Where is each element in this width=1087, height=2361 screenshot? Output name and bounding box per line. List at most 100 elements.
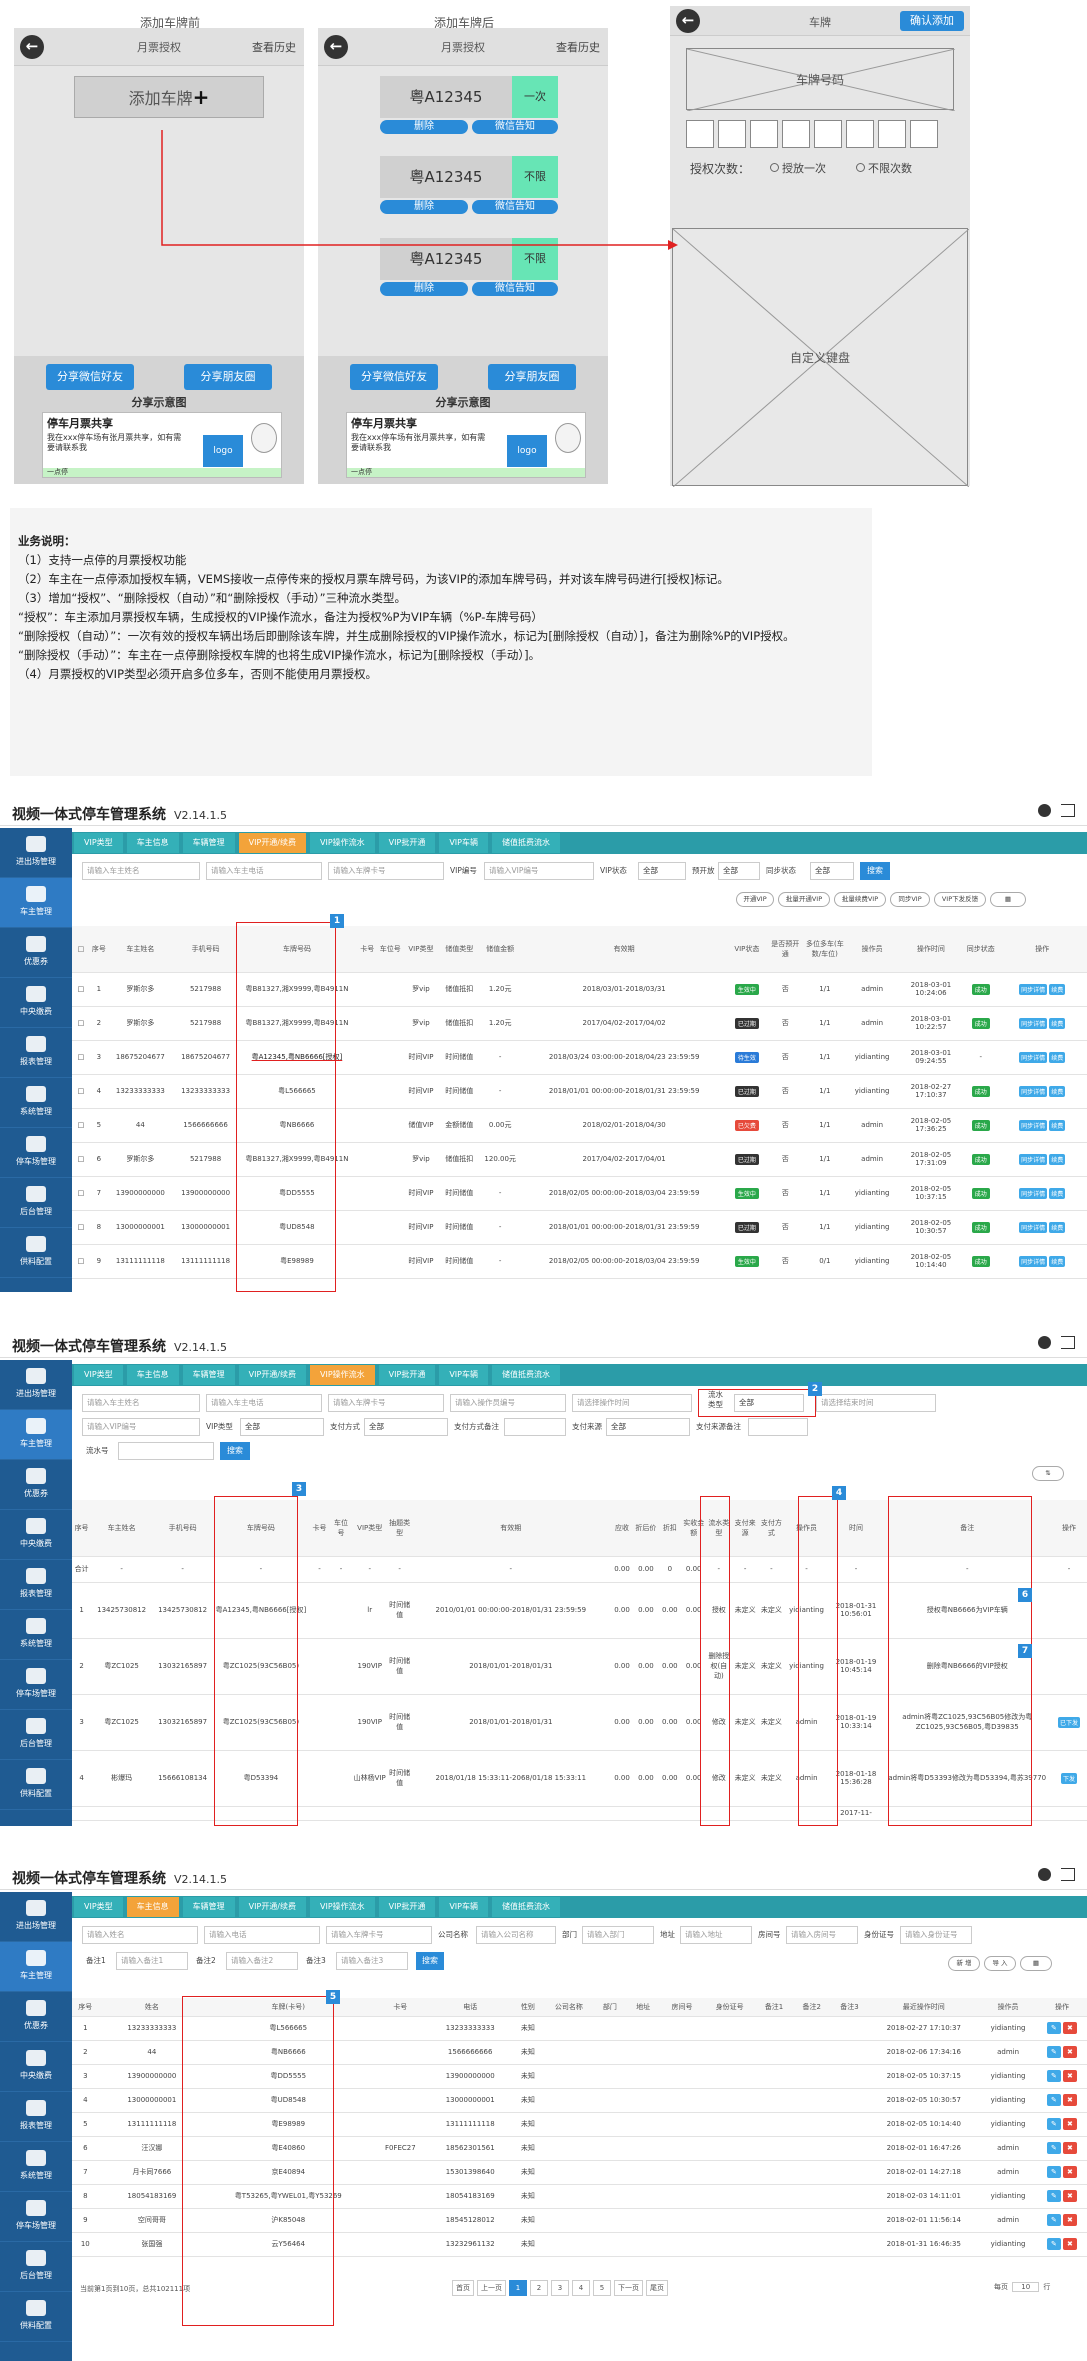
issue-button[interactable]: 已下发 xyxy=(1057,1716,1080,1728)
sidebar-item-logo[interactable]: 进出场管理 xyxy=(0,1360,72,1410)
delete-button[interactable]: 删除 xyxy=(380,282,468,296)
slot[interactable] xyxy=(846,120,874,148)
sidebar-item-lot[interactable]: 停车场管理 xyxy=(0,2192,72,2242)
pay-source-select[interactable]: 全部 xyxy=(606,1418,690,1436)
sync-detail-button[interactable]: 同步详情 xyxy=(1019,1221,1048,1233)
user-icon[interactable] xyxy=(1038,1868,1051,1881)
tab[interactable]: VIP批开通 xyxy=(378,1897,436,1917)
sidebar-item-reports[interactable]: 报表管理 xyxy=(0,1560,72,1610)
vip-feedback-button[interactable]: VIP下发反馈 xyxy=(934,892,986,907)
confirm-add-button[interactable]: 确认添加 xyxy=(900,11,964,31)
owner-phone-input[interactable]: 请输入车主电话 xyxy=(206,1394,322,1412)
row-checkbox[interactable]: □ xyxy=(72,1176,90,1211)
owner-name-input[interactable]: 请输入车主姓名 xyxy=(82,1394,200,1412)
logout-icon[interactable] xyxy=(1061,804,1075,817)
slot[interactable] xyxy=(878,120,906,148)
share-moments-button[interactable]: 分享朋友圈 xyxy=(184,364,272,390)
sidebar-item-coupon[interactable]: 优惠券 xyxy=(0,928,72,978)
vipstatus-select[interactable]: 全部 xyxy=(638,862,686,880)
logout-icon[interactable] xyxy=(1061,1868,1075,1881)
page-link[interactable]: 上一页 xyxy=(477,2280,506,2296)
sidebar-item-coupon[interactable]: 优惠券 xyxy=(0,1992,72,2042)
tab[interactable]: 储值抵费流水 xyxy=(491,833,560,853)
page-link[interactable]: 1 xyxy=(509,2280,527,2296)
page-link[interactable]: 尾页 xyxy=(646,2280,668,2296)
add-button[interactable]: 新 增 xyxy=(948,1956,980,1971)
batch-open-vip-button[interactable]: 批量开通VIP xyxy=(778,892,830,907)
sidebar-item-lot[interactable]: 停车场管理 xyxy=(0,1660,72,1710)
sidebar-item-system[interactable]: 系统管理 xyxy=(0,1078,72,1128)
owner-name-input[interactable]: 请输入车主姓名 xyxy=(82,862,200,880)
plate-input[interactable]: 请输入车牌卡号 xyxy=(328,1394,444,1412)
viptype-select[interactable]: 全部 xyxy=(240,1418,324,1436)
sync-vip-button[interactable]: 同步VIP xyxy=(890,892,930,907)
tab[interactable]: VIP类型 xyxy=(74,833,123,853)
tab[interactable]: VIP操作流水 xyxy=(310,833,375,853)
sidebar-item-backend[interactable]: 后台管理 xyxy=(0,1710,72,1760)
sidebar-item-payment[interactable]: 中央缴费 xyxy=(0,2042,72,2092)
tab[interactable]: 储值抵费流水 xyxy=(491,1897,560,1917)
tab[interactable]: VIP车辆 xyxy=(439,1897,488,1917)
sync-select[interactable]: 全部 xyxy=(810,862,854,880)
row-checkbox[interactable]: □ xyxy=(72,1108,90,1143)
plate-input[interactable]: 请输入车牌卡号 xyxy=(328,862,444,880)
sidebar-item-config[interactable]: 供料配置 xyxy=(0,2292,72,2342)
grid-icon[interactable]: ▦ xyxy=(1020,1956,1052,1971)
plate-char-slots[interactable] xyxy=(686,120,954,148)
renew-button[interactable]: 续费 xyxy=(1049,983,1066,995)
wechat-notify-button[interactable]: 微信告知 xyxy=(472,282,558,296)
sidebar-item-reports[interactable]: 报表管理 xyxy=(0,1028,72,1078)
grid-icon[interactable]: ▦ xyxy=(990,892,1026,907)
add-plate-button[interactable]: 添加车牌+ xyxy=(74,76,264,118)
tab[interactable]: VIP批开通 xyxy=(378,1365,436,1385)
delete-icon[interactable]: ✖ xyxy=(1062,2166,1077,2178)
search-button[interactable]: 搜索 xyxy=(220,1442,250,1460)
edit-icon[interactable]: ✎ xyxy=(1046,2070,1061,2082)
delete-icon[interactable]: ✖ xyxy=(1062,2190,1077,2202)
slot[interactable] xyxy=(910,120,938,148)
edit-icon[interactable]: ✎ xyxy=(1046,2118,1061,2130)
row-checkbox[interactable]: □ xyxy=(72,1006,90,1041)
slot[interactable] xyxy=(814,120,842,148)
row-checkbox[interactable]: □ xyxy=(72,1210,90,1245)
share-select[interactable]: 全部 xyxy=(718,862,760,880)
slot[interactable] xyxy=(718,120,746,148)
renew-button[interactable]: 续费 xyxy=(1049,1017,1066,1029)
delete-icon[interactable]: ✖ xyxy=(1062,2022,1077,2034)
slot[interactable] xyxy=(782,120,810,148)
sync-detail-button[interactable]: 同步详情 xyxy=(1019,1017,1048,1029)
tab[interactable]: 储值抵费流水 xyxy=(491,1365,560,1385)
tab[interactable]: 车主信息 xyxy=(126,1365,179,1385)
renew-button[interactable]: 续费 xyxy=(1049,1153,1066,1165)
note2-input[interactable]: 请输入备注2 xyxy=(226,1952,298,1970)
tab[interactable]: 车主信息 xyxy=(126,833,179,853)
renew-button[interactable]: 续费 xyxy=(1049,1051,1066,1063)
owner-phone-input[interactable]: 请输入车主电话 xyxy=(206,862,322,880)
tab[interactable]: VIP类型 xyxy=(74,1897,123,1917)
sidebar-item-owners[interactable]: 车主管理 xyxy=(0,878,72,928)
sync-detail-button[interactable]: 同步详情 xyxy=(1019,1255,1048,1267)
radio-once[interactable]: 授放一次 xyxy=(770,160,826,176)
user-icon[interactable] xyxy=(1038,1336,1051,1349)
sidebar-item-payment[interactable]: 中央缴费 xyxy=(0,1510,72,1560)
sidebar-item-owners[interactable]: 车主管理 xyxy=(0,1942,72,1992)
history-link[interactable]: 查看历史 xyxy=(556,39,600,55)
plate-input[interactable]: 请输入车牌卡号 xyxy=(326,1926,432,1944)
custom-keyboard[interactable]: 自定义键盘 xyxy=(672,228,969,487)
delete-icon[interactable]: ✖ xyxy=(1062,2046,1077,2058)
sidebar-item-lot[interactable]: 停车场管理 xyxy=(0,1128,72,1178)
company-input[interactable]: 请输入公司名称 xyxy=(476,1926,556,1944)
operator-input[interactable]: 请输入操作员编号 xyxy=(450,1394,566,1412)
row-checkbox[interactable]: □ xyxy=(72,1244,90,1279)
pay-method-select[interactable]: 全部 xyxy=(364,1418,448,1436)
batch-renew-vip-button[interactable]: 批量续费VIP xyxy=(834,892,886,907)
tab[interactable]: 车辆管理 xyxy=(182,1365,235,1385)
row-checkbox[interactable]: □ xyxy=(72,972,90,1007)
open-vip-button[interactable]: 开通VIP xyxy=(736,892,774,907)
renew-button[interactable]: 续费 xyxy=(1049,1187,1066,1199)
sidebar-item-logo[interactable]: 进出场管理 xyxy=(0,1892,72,1942)
tab[interactable]: 车辆管理 xyxy=(182,833,235,853)
row-checkbox[interactable]: □ xyxy=(72,1074,90,1109)
row-checkbox[interactable]: □ xyxy=(72,1040,90,1075)
sidebar-item-logo[interactable]: 进出场管理 xyxy=(0,828,72,878)
